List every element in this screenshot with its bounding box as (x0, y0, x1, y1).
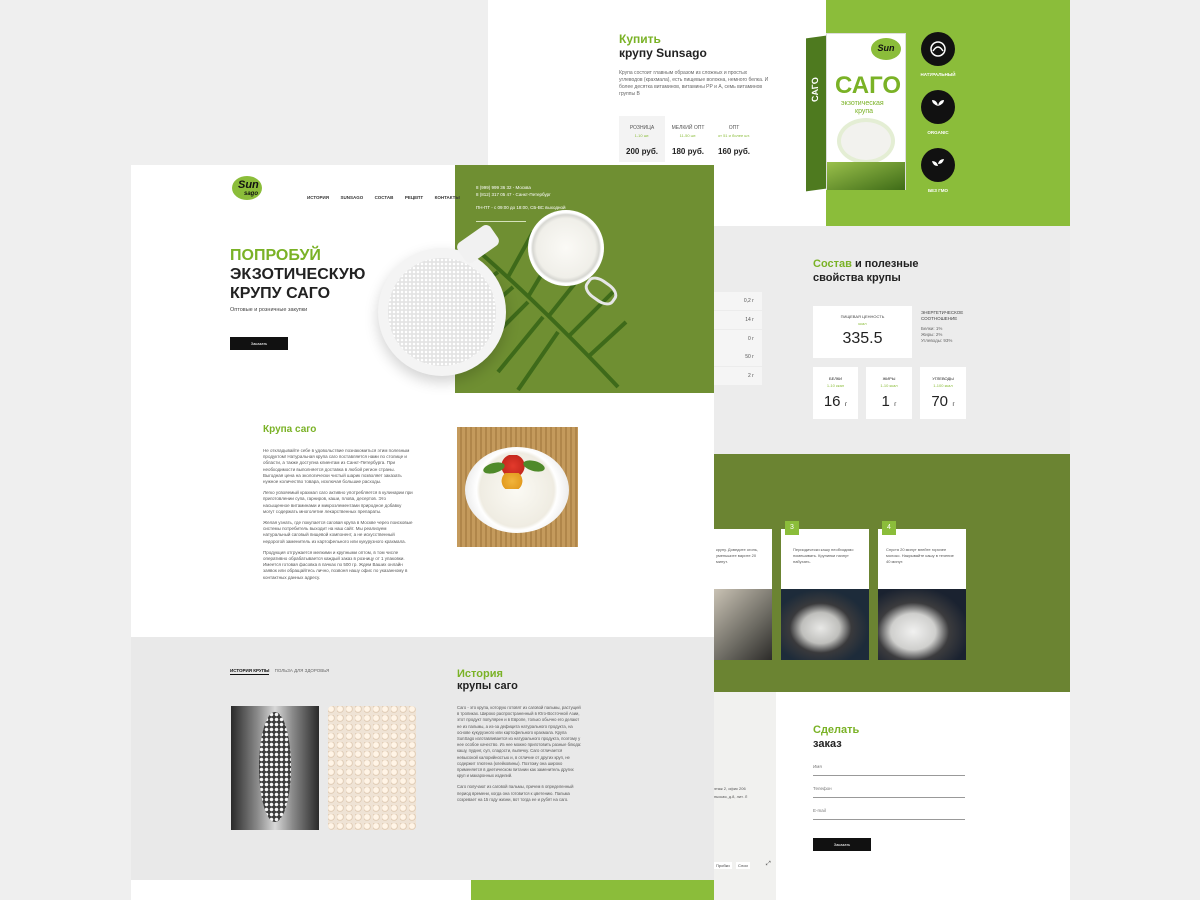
composition-title: Состав и полезные (813, 258, 919, 270)
hero-subtitle: Оптовые и розничные закупки (230, 307, 308, 313)
order-subtitle: заказ (813, 738, 842, 750)
recipe-step-2: крупу. Доведите огонь, уменьшите варите … (714, 529, 772, 660)
phone-field[interactable]: Телефон (813, 786, 965, 798)
history-tabs: ИСТОРИЯ КРУПЫ ПОЛЬЗА ДЛЯ ЗДОРОВЬЯ (230, 668, 330, 675)
footer-green-strip (471, 880, 714, 900)
product-package: САГО Sun САГО экзотическая крупа (806, 33, 906, 192)
recipe-photo-pot-milk (878, 589, 966, 660)
order-title: Сделать (813, 724, 860, 736)
phone-moscow: 8 (999) 999 36 32 - Москва (476, 185, 531, 190)
step-number: 3 (785, 521, 799, 535)
nutrient-row: 0 г (714, 330, 762, 348)
nutrient-row: 2 г (714, 367, 762, 385)
package-side: САГО (806, 35, 826, 192)
macro-protein: БЕЛКИ 1-10 ккал 16 г (813, 367, 858, 419)
package-logo: Sun (871, 38, 901, 60)
leaf-icon (921, 32, 955, 66)
recipe-step-3: 3 Периодически кашу необходимо помешиват… (781, 521, 869, 660)
price-small-wholesale: МЕЛКИЙ ОПТ 11-50 шт. 180 руб. (665, 116, 711, 162)
tab-history[interactable]: ИСТОРИЯ КРУПЫ (230, 668, 270, 675)
history-title: История крупы саго (457, 668, 518, 692)
nav-contacts[interactable]: КОНТАКТЫ (435, 195, 460, 200)
plant-icon (921, 148, 955, 182)
history-section (131, 637, 714, 880)
email-field[interactable]: E-mail (813, 808, 965, 820)
dessert-photo (457, 427, 578, 547)
buy-subtitle: крупу Sunsago (619, 46, 707, 60)
history-text: Саго - это крупа, которую готовят из саг… (457, 705, 582, 802)
map-traffic-button[interactable]: Пробки (714, 862, 732, 869)
buy-title: Купить (619, 32, 661, 46)
recipe-photo-jar (714, 589, 772, 660)
buy-description: Крупа состоит главным образом из сложных… (619, 70, 769, 97)
recipe-photo-pot-stirring (781, 589, 869, 660)
about-text: Не откладывайте себе в удовольствие позн… (263, 448, 413, 580)
badge-no-gmo: БЕЗ ГМО (908, 148, 968, 193)
footer-white-strip (131, 880, 471, 900)
main-nav: ИСТОРИЯ SUNSAGO СОСТАВ РЕЦЕПТ КОНТАКТЫ (307, 186, 467, 204)
hero-title: ПОПРОБУЙ ЭКЗОТИЧЕСКУЮ КРУПУ САГО (230, 247, 366, 302)
nav-composition[interactable]: СОСТАВ (375, 195, 394, 200)
hero-order-button[interactable]: Заказать (230, 337, 288, 350)
macro-fat: ЖИРЫ 1-10 ккал 1 г (866, 367, 912, 419)
map[interactable]: этаж 2, офис 206 пьская, д.8, лит. Л Про… (714, 692, 776, 900)
name-field[interactable]: Имя (813, 764, 965, 776)
palm-cone-photo (231, 706, 319, 830)
nav-sunsago[interactable]: SUNSAGO (340, 195, 363, 200)
badge-organic: ORGANIC (908, 90, 968, 135)
nutrient-row: 50 г (714, 348, 762, 366)
milk-jug-image (528, 210, 623, 310)
price-list: РОЗНИЦА 1-10 шт. 200 руб. МЕЛКИЙ ОПТ 11-… (619, 116, 757, 162)
order-submit-button[interactable]: Заказать (813, 838, 871, 851)
map-layers-button[interactable]: Слои (736, 862, 750, 869)
fullscreen-icon[interactable]: ⤢ (766, 861, 771, 868)
nav-recipe[interactable]: РЕЦЕПТ (405, 195, 423, 200)
step-number: 4 (882, 521, 896, 535)
mango (497, 473, 527, 489)
sago-bowl-image (378, 248, 506, 376)
tab-health[interactable]: ПОЛЬЗА ДЛЯ ЗДОРОВЬЯ (275, 668, 330, 673)
price-retail: РОЗНИЦА 1-10 шт. 200 руб. (619, 116, 665, 162)
package-bowl-image (841, 122, 891, 160)
package-leaf-image (827, 162, 905, 190)
nutrient-row: 0,2 г (714, 292, 762, 310)
about-title: Крупа саго (263, 424, 317, 435)
phone-spb: 8 (812) 317 05 47 - Санкт-Петербург (476, 192, 551, 197)
package-front: Sun САГО экзотическая крупа (826, 33, 906, 190)
recipe-step-4: 4 Спустя 20 минут влейте горячее молоко.… (878, 521, 966, 660)
sago-pearls-photo (328, 706, 416, 830)
badge-natural: НАТУРАЛЬНЫЙ (908, 32, 968, 77)
energy-ratio: ЭНЕРГЕТИЧЕСКОЕ СООТНОШЕНИЕ Белки: 1% Жир… (921, 310, 964, 343)
sprout-icon (921, 90, 955, 124)
macro-carbs: УГЛЕВОДЫ 1-100 ккал 70 г (920, 367, 966, 419)
nav-history[interactable]: ИСТОРИЯ (307, 195, 329, 200)
package-word: САГО (835, 72, 902, 99)
energy-box: ПИЩЕВАЯ ЦЕННОСТЬ ккал 335.5 (813, 306, 912, 358)
logo[interactable]: Sun sago (230, 173, 266, 203)
energy-value: 335.5 (842, 330, 883, 347)
price-wholesale: ОПТ от 51 и более шт. 160 руб. (711, 116, 757, 162)
nutrient-row: 14 г (714, 311, 762, 329)
